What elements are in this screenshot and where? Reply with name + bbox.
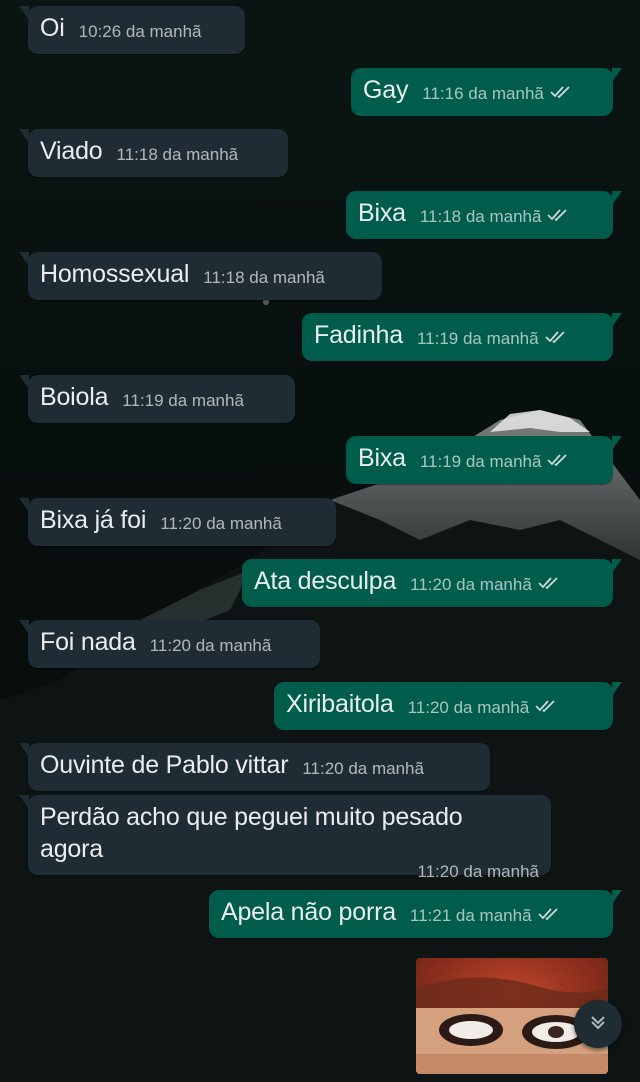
message-bubble[interactable]: Boiola 11:19 da manhã [19, 375, 295, 423]
double-check-icon [537, 905, 560, 927]
double-check-icon [535, 697, 557, 719]
double-check-icon [538, 574, 560, 596]
message-bubble[interactable]: Foi nada 11:20 da manhã [19, 620, 320, 668]
message-text: Ata desculpa [254, 567, 397, 595]
message-bubble[interactable]: Oi 10:26 da manhã [19, 6, 245, 54]
message-bubble[interactable]: Ata desculpa 11:20 da manhã [242, 559, 622, 607]
message-time: 11:20 da manhã [302, 759, 424, 778]
message-bubble[interactable]: Bixa 11:18 da manhã [346, 191, 622, 239]
message-time: 11:20 da manhã [407, 698, 530, 717]
message-text: Bixa [358, 444, 406, 472]
message-text: Foi nada [40, 628, 136, 656]
message-bubble[interactable]: Homossexual 11:18 da manhã [19, 252, 382, 300]
message-time: 11:20 da manhã [410, 575, 532, 594]
message-text: Fadinha [314, 321, 403, 349]
message-bubble[interactable]: Ouvinte de Pablo vittar 11:20 da manhã [19, 743, 490, 791]
message-text: Bixa já foi [40, 506, 147, 534]
message-text: Gay [363, 76, 409, 104]
message-text: Homossexual [40, 260, 190, 288]
message-bubble[interactable]: Fadinha 11:19 da manhã [302, 313, 622, 361]
message-text: Boiola [40, 383, 109, 411]
message-text: Ouvinte de Pablo vittar [40, 751, 289, 779]
message-bubble[interactable]: Bixa já foi 11:20 da manhã [19, 498, 336, 546]
scroll-to-bottom-button[interactable] [574, 1000, 622, 1048]
message-bubble[interactable]: Perdão acho que peguei muito pesado agor… [19, 795, 551, 881]
message-bubble[interactable]: Gay 11:16 da manhã [351, 68, 622, 116]
message-time: 11:20 da manhã [160, 514, 282, 533]
message-bubble[interactable]: Viado 11:18 da manhã [19, 129, 288, 177]
message-time: 11:16 da manhã [422, 84, 544, 103]
message-time: 11:20 da manhã [417, 862, 539, 881]
message-text: Apela não porra [221, 898, 396, 926]
double-check-icon [547, 206, 569, 228]
chat-thread: Oi 10:26 da manhã Gay 11:16 da manhã Via… [0, 0, 640, 1082]
message-time: 11:20 da manhã [149, 636, 272, 655]
double-chevron-down-icon [588, 1012, 608, 1037]
message-time: 11:18 da manhã [419, 207, 542, 226]
message-time: 10:26 da manhã [78, 22, 202, 41]
message-bubble[interactable]: Bixa 11:19 da manhã [346, 436, 622, 484]
message-bubble[interactable]: Xiribaitola 11:20 da manhã [274, 682, 622, 730]
message-time: 11:19 da manhã [416, 329, 539, 348]
double-check-icon [550, 83, 572, 105]
message-time: 11:19 da manhã [419, 452, 542, 471]
message-time: 11:18 da manhã [116, 145, 239, 164]
message-time: 11:18 da manhã [203, 268, 325, 287]
message-text: Xiribaitola [286, 690, 394, 718]
double-check-icon [547, 451, 569, 473]
message-text: Bixa [358, 199, 406, 227]
message-text: Viado [40, 137, 103, 165]
double-check-icon [544, 328, 567, 350]
message-time: 11:21 da manhã [409, 906, 532, 925]
message-time: 11:19 da manhã [122, 391, 244, 410]
message-text: Oi [40, 14, 65, 42]
message-text: Perdão acho que peguei muito pesado agor… [40, 803, 463, 863]
message-bubble[interactable]: Apela não porra 11:21 da manhã [209, 890, 622, 938]
